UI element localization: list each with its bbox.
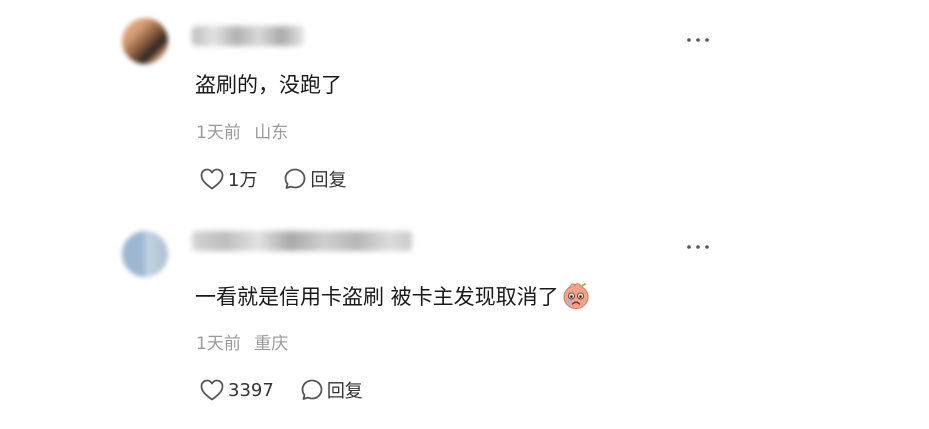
comment-bubble-icon (301, 379, 323, 400)
comment-meta: 1天前 重庆 (196, 332, 288, 356)
like-button[interactable]: 3397 (200, 379, 274, 401)
comment-time: 1天前 (196, 123, 241, 143)
comment-text: 盗刷的，没跑了 (195, 70, 342, 100)
heart-outline-icon (200, 168, 224, 190)
username-blurred[interactable] (192, 26, 304, 46)
comment-meta: 1天前 山东 (196, 121, 288, 145)
avatar[interactable] (122, 231, 168, 277)
more-options-button[interactable] (680, 237, 716, 257)
more-horizontal-icon (687, 38, 709, 42)
avatar[interactable] (122, 18, 168, 64)
comment-text-content: 一看就是信用卡盗刷 被卡主发现取消了 (195, 285, 559, 309)
reply-label: 回复 (310, 170, 347, 191)
crying-face-emoji-icon (563, 283, 589, 309)
comment-location: 山东 (254, 123, 289, 143)
more-horizontal-icon (687, 245, 709, 249)
reply-button[interactable]: 回复 (283, 166, 346, 192)
comment-actions: 1万 回复 (200, 166, 346, 192)
more-options-button[interactable] (680, 30, 716, 50)
like-count: 1万 (228, 170, 258, 191)
like-button[interactable]: 1万 (200, 166, 257, 192)
comment-actions: 3397 回复 (200, 377, 363, 403)
username-blurred[interactable] (192, 231, 412, 251)
comment-text: 一看就是信用卡盗刷 被卡主发现取消了 (195, 281, 591, 312)
like-count: 3397 (228, 379, 274, 401)
comment-location: 重庆 (254, 334, 289, 354)
comment-item: 一看就是信用卡盗刷 被卡主发现取消了 1天前 重庆 3397 回复 (0, 215, 929, 429)
comment-bubble-icon (285, 168, 306, 189)
reply-button[interactable]: 回复 (300, 377, 363, 403)
heart-outline-icon (200, 379, 224, 401)
comment-text-content: 盗刷的，没跑了 (195, 73, 342, 97)
comment-time: 1天前 (196, 334, 241, 354)
reply-label: 回复 (326, 381, 363, 402)
comment-item: 盗刷的，没跑了 1天前 山东 1万 回复 (0, 0, 929, 215)
